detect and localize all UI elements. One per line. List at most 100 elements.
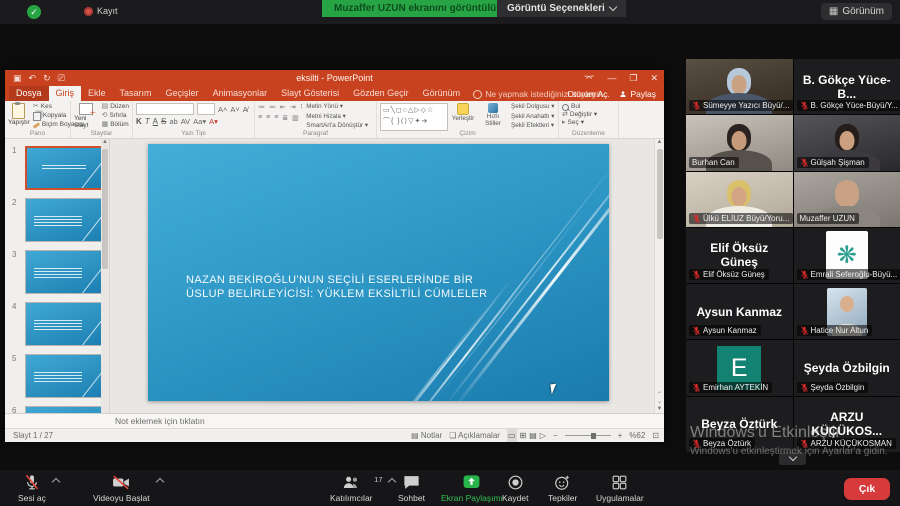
slide-thumbnail-4[interactable]: 4 — [25, 302, 103, 346]
reactions-button[interactable]: Tepkiler — [548, 473, 577, 503]
participant-tile-1[interactable]: Sümeyye Yazıcı Büyü/... — [686, 59, 793, 114]
select-button[interactable]: ▸Seç ▾ — [562, 119, 615, 127]
arrange-button[interactable]: Yerleştir — [448, 103, 478, 129]
zoom-level[interactable]: %62 — [629, 429, 645, 442]
leave-meeting-button[interactable]: Çık — [844, 478, 890, 500]
record-button[interactable]: Kaydet — [502, 473, 528, 503]
align-left-icon[interactable]: ≡ — [258, 114, 262, 122]
ppt-tab-görünüm[interactable]: Görünüm — [416, 86, 468, 101]
share-screen-button[interactable]: Ekran Paylaşımı — [441, 473, 503, 503]
participant-tile-3[interactable]: Burhan Can — [686, 115, 793, 170]
unmute-button[interactable]: Sesi aç — [18, 473, 46, 503]
current-slide[interactable]: NAZAN BEKİROĞLU'NUN SEÇİLİ ESERLERİNDE B… — [148, 144, 609, 401]
thumbnail-preview[interactable] — [25, 198, 103, 242]
columns-icon[interactable]: ▥ — [292, 114, 299, 122]
align-center-icon[interactable]: ≡ — [266, 114, 270, 122]
ppt-tab-tasarım[interactable]: Tasarım — [113, 86, 159, 101]
zoom-in-button[interactable]: + — [618, 429, 623, 442]
bullets-icon[interactable]: ≔ — [258, 103, 265, 111]
fit-to-window-button[interactable]: ⊡ — [652, 429, 659, 442]
participant-tile-14[interactable]: ARZU KÜÇÜKOS...ARZU KÜÇÜKOSMAN — [794, 397, 900, 452]
indent-increase-icon[interactable]: ⇥ — [290, 103, 296, 111]
ppt-titlebar[interactable]: ▣ ↶ ↻ ⎚ eksilti - PowerPoint ⌤ — ❐ ✕ — [5, 70, 664, 86]
ppt-tab-geçişler[interactable]: Geçişler — [159, 86, 206, 101]
slide-thumbnail-1[interactable]: 1 — [25, 146, 103, 190]
align-text-button[interactable]: Metni Hizala ▾ — [306, 113, 368, 120]
notes-pane[interactable]: Not eklemek için tıklatın — [5, 413, 664, 429]
participant-tile-5[interactable]: Ülkü ELİUZ Büyü/Yoru... — [686, 172, 793, 227]
char-spacing-button[interactable]: AV — [181, 117, 190, 126]
ppt-tab-slayt-gösterisi[interactable]: Slayt Gösterisi — [274, 86, 346, 101]
participant-tile-6[interactable]: Muzaffer UZUN — [794, 172, 900, 227]
underline-button[interactable]: A — [153, 117, 158, 126]
bold-button[interactable]: K — [136, 117, 142, 126]
participant-tile-13[interactable]: Beyza ÖztürkBeyza Öztürk — [686, 397, 793, 452]
reading-view-button[interactable]: ▤ — [529, 429, 537, 442]
shrink-font-icon[interactable]: A˅ — [230, 105, 239, 114]
italic-button[interactable]: T — [145, 117, 150, 126]
slide-thumbnails-panel[interactable]: 654321 ▲ — [5, 139, 110, 413]
zoom-slider-knob[interactable] — [591, 433, 596, 439]
thumbnail-preview[interactable] — [25, 406, 103, 413]
replace-button[interactable]: ⇄Değiştir ▾ — [562, 111, 615, 119]
slide-thumbnail-3[interactable]: 3 — [25, 250, 103, 294]
slide-thumbnail-6[interactable]: 6 — [25, 406, 103, 413]
share-button[interactable]: Paylaş — [619, 89, 656, 99]
ribbon-options-icon[interactable]: ⌤ — [584, 70, 594, 86]
clear-format-icon[interactable]: A̸ — [243, 105, 248, 114]
quick-styles-button[interactable]: Hızlı Stiller — [478, 103, 508, 129]
shapes-gallery[interactable]: ▭╲◻○△▷◇☆⌒{ }⟨⟩▽✦➔ — [380, 103, 448, 131]
ppt-tab-ekle[interactable]: Ekle — [81, 86, 113, 101]
grow-font-icon[interactable]: A˄ — [218, 105, 227, 114]
view-options-button[interactable]: Görüntü Seçenekleri — [497, 0, 626, 17]
new-slide-button[interactable]: Yeni Slayt — [74, 103, 99, 129]
participant-tile-7[interactable]: Elif Öksüz GüneşElif Öksüz Güneş — [686, 228, 793, 283]
thumbnail-preview[interactable] — [25, 354, 103, 398]
numbering-icon[interactable]: ≕ — [269, 103, 276, 111]
thumbnail-preview[interactable] — [25, 250, 103, 294]
ppt-tab-dosya[interactable]: Dosya — [9, 86, 49, 101]
slide-sorter-view-button[interactable]: ⊞ — [520, 429, 527, 442]
participant-tile-8[interactable]: ❋Emrali Seferoğlu-Büyü... — [794, 228, 900, 283]
participant-tile-4[interactable]: Gülşah Şişman — [794, 115, 900, 170]
text-direction-button[interactable]: Metin Yönü ▾ — [306, 103, 368, 110]
participant-tile-11[interactable]: EEmirhan AYTEKİN — [686, 340, 793, 395]
chat-button[interactable]: Sohbet — [398, 473, 425, 503]
sign-in-button[interactable]: Oturum Aç — [567, 89, 607, 99]
ppt-tab-animasyonlar[interactable]: Animasyonlar — [206, 86, 275, 101]
slide-title-text[interactable]: NAZAN BEKİROĞLU'NUN SEÇİLİ ESERLERİNDE B… — [186, 274, 496, 301]
thumbnail-preview[interactable] — [25, 302, 103, 346]
comments-toggle[interactable]: ❏ Açıklamalar — [449, 429, 500, 442]
start-video-button[interactable]: Videoyu Başlat — [93, 473, 150, 503]
thumbnail-preview[interactable] — [25, 146, 103, 190]
shape-fill-button[interactable]: Şekil Dolgusu ▾ — [511, 103, 554, 110]
minimize-icon[interactable]: — — [607, 70, 616, 86]
shape-outline-button[interactable]: Şekil Anahattı ▾ — [511, 113, 554, 120]
indent-decrease-icon[interactable]: ⇤ — [280, 103, 286, 111]
restore-icon[interactable]: ❐ — [629, 70, 637, 86]
slide-scrollbar[interactable]: ▲⌃⌄▼ — [654, 139, 664, 413]
close-icon[interactable]: ✕ — [650, 70, 658, 86]
section-button[interactable]: ▦Bölüm — [102, 121, 129, 129]
font-size-select[interactable] — [197, 103, 215, 115]
slide-thumbnail-2[interactable]: 2 — [25, 198, 103, 242]
change-case-button[interactable]: Aa▾ — [193, 117, 206, 126]
font-name-select[interactable] — [136, 103, 194, 115]
shape-effects-button[interactable]: Şekil Efektleri ▾ — [511, 122, 554, 129]
zoom-slider[interactable] — [565, 435, 611, 436]
smartart-button[interactable]: SmartArt'a Dönüştür ▾ — [306, 122, 368, 129]
view-button[interactable]: ▦ Görünüm — [821, 3, 892, 20]
ppt-tab-gözden-geçir[interactable]: Gözden Geçir — [346, 86, 416, 101]
paste-button[interactable]: Yapıştır — [8, 103, 30, 129]
chevron-up-icon[interactable] — [387, 478, 395, 486]
chevron-up-icon[interactable] — [52, 478, 60, 486]
participants-button[interactable]: Katılımcılar 17 — [330, 473, 373, 503]
chevron-up-icon[interactable] — [155, 478, 163, 486]
participant-tile-12[interactable]: Şeyda ÖzbilginŞeyda Özbilgin — [794, 340, 900, 395]
notes-toggle[interactable]: ▤ Notlar — [411, 429, 442, 442]
ppt-tab-giriş[interactable]: Giriş — [49, 86, 82, 101]
reset-button[interactable]: ⟲Sıfırla — [102, 112, 129, 120]
font-color-button[interactable]: A▾ — [209, 117, 218, 126]
strikethrough-button[interactable]: S — [161, 117, 166, 126]
justify-icon[interactable]: ≣ — [282, 114, 288, 122]
